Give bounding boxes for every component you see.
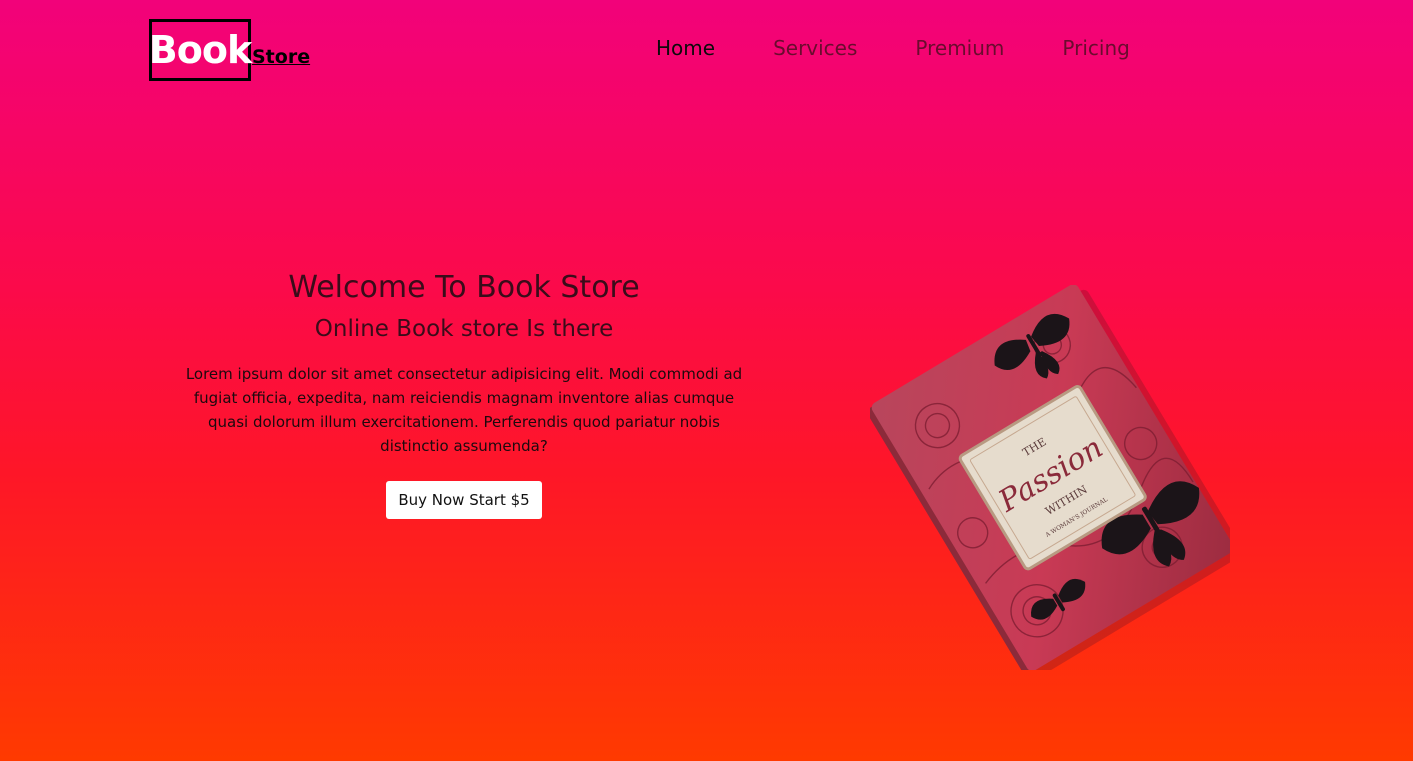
buy-now-button[interactable]: Buy Now Start $5 <box>386 481 542 519</box>
book-image: THE Passion WITHIN A WOMAN'S JOURNAL <box>866 284 1243 675</box>
logo-sub: Store <box>252 46 311 68</box>
hero-title: Welcome To Book Store <box>288 270 640 305</box>
book-illustration: THE Passion WITHIN A WOMAN'S JOURNAL <box>866 284 1243 675</box>
hero-description: Lorem ipsum dolor sit amet consectetur a… <box>185 365 743 455</box>
main-nav: Home Services Premium Pricing <box>656 36 1188 60</box>
nav-pricing[interactable]: Pricing <box>1062 36 1129 60</box>
logo[interactable]: Book Store <box>149 19 310 81</box>
logo-main: Book <box>149 19 252 81</box>
page: Book Store Home Services Premium Pricing… <box>0 0 1413 761</box>
hero-subtitle: Online Book store Is there <box>314 316 614 342</box>
nav-home[interactable]: Home <box>656 36 715 60</box>
nav-services[interactable]: Services <box>773 36 857 60</box>
nav-premium[interactable]: Premium <box>915 36 1004 60</box>
